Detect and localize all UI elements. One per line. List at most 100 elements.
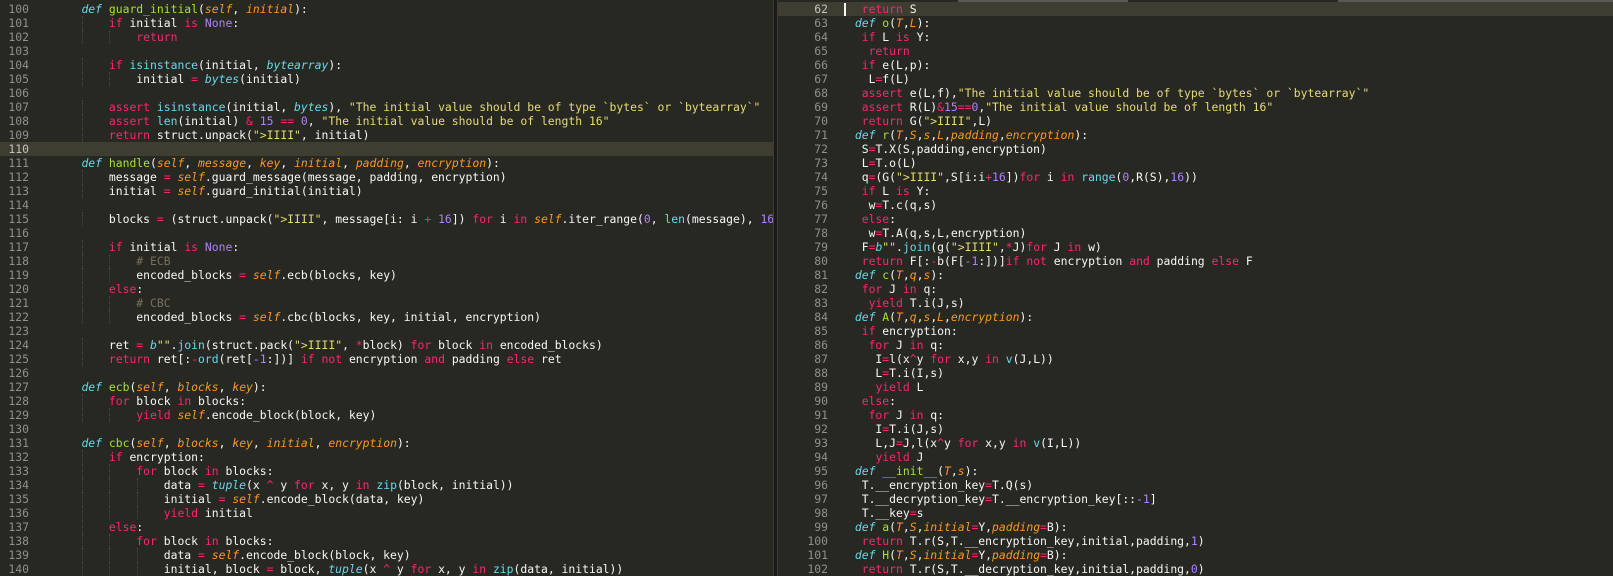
code-line[interactable]: 128 for block in blocks: xyxy=(0,394,773,408)
code-line[interactable]: 103 xyxy=(0,44,773,58)
code-line[interactable]: 99 def a(T,S,initial=Y,padding=B): xyxy=(778,520,1613,534)
code-line[interactable]: 102 return xyxy=(0,30,773,44)
code-line[interactable]: 107 assert isinstance(initial, bytes), "… xyxy=(0,100,773,114)
code-line[interactable]: 102 return T.r(S,T.__decryption_key,init… xyxy=(778,562,1613,576)
code-token: I xyxy=(848,352,883,366)
code-line[interactable]: 98 T.__key=s xyxy=(778,506,1613,520)
code-line[interactable]: 83 yield T.i(J,s) xyxy=(778,296,1613,310)
code-line[interactable]: 70 return G(">IIII",L) xyxy=(778,114,1613,128)
code-line[interactable]: 134 data = tuple(x ^ y for x, y in zip(b… xyxy=(0,478,773,492)
code-line[interactable]: 101 def H(T,S,initial=Y,padding=B): xyxy=(778,548,1613,562)
code-line[interactable]: 63 def o(T,L): xyxy=(778,16,1613,30)
code-line[interactable]: 72 S=T.X(S,padding,encryption) xyxy=(778,142,1613,156)
indent-guide xyxy=(109,506,111,520)
code-line[interactable]: 84 def A(T,q,s,L,encryption): xyxy=(778,310,1613,324)
code-line[interactable]: 120 else: xyxy=(0,282,773,296)
code-line[interactable]: 111 def handle(self, message, key, initi… xyxy=(0,156,773,170)
code-line[interactable]: 92 I=T.i(J,s) xyxy=(778,422,1613,436)
code-line[interactable]: 100 def guard_initial(self, initial): xyxy=(0,2,773,16)
code-line[interactable]: 90 else: xyxy=(778,394,1613,408)
code-line[interactable]: 62 return S xyxy=(778,2,1613,16)
code-line[interactable]: 76 w=T.c(q,s) xyxy=(778,198,1613,212)
code-line[interactable]: 139 data = self.encode_block(block, key) xyxy=(0,548,773,562)
code-line[interactable]: 127 def ecb(self, blocks, key): xyxy=(0,380,773,394)
code-line[interactable]: 106 xyxy=(0,86,773,100)
left-code-area[interactable]: 100 def guard_initial(self, initial): 101… xyxy=(0,2,773,576)
code-line[interactable]: 122 encoded_blocks = self.cbc(blocks, ke… xyxy=(0,310,773,324)
code-line[interactable]: 77 else: xyxy=(778,212,1613,226)
code-text: yield initial xyxy=(54,506,253,520)
code-line[interactable]: 71 def r(T,S,s,L,padding,encryption): xyxy=(778,128,1613,142)
builtin-token: len xyxy=(664,212,685,226)
code-line[interactable]: 73 L=T.o(L) xyxy=(778,156,1613,170)
right-code-area[interactable]: 62 return S 63 def o(T,L): 64 if L is Y: 65… xyxy=(778,2,1613,576)
code-line[interactable]: 67 L=f(L) xyxy=(778,72,1613,86)
code-line[interactable]: 138 for block in blocks: xyxy=(0,534,773,548)
code-line[interactable]: 74 q=(G(">IIII",S[i:i+16])for i in range… xyxy=(778,170,1613,184)
code-line[interactable]: 88 L=T.i(I,s) xyxy=(778,366,1613,380)
code-line[interactable]: 101 if initial is None: xyxy=(0,16,773,30)
code-line[interactable]: 75 if L is Y: xyxy=(778,184,1613,198)
operator-token: = xyxy=(198,478,205,492)
code-line[interactable]: 133 for block in blocks: xyxy=(0,464,773,478)
left-editor-pane[interactable]: 100 def guard_initial(self, initial): 101… xyxy=(0,0,773,576)
code-line[interactable]: 89 yield L xyxy=(778,380,1613,394)
code-line[interactable]: 114 xyxy=(0,198,773,212)
code-line[interactable]: 100 return T.r(S,T.__encryption_key,init… xyxy=(778,534,1613,548)
code-line[interactable]: 113 initial = self.guard_initial(initial… xyxy=(0,184,773,198)
code-line[interactable]: 79 F=b"".join(g(">IIII",*J)for J in w) xyxy=(778,240,1613,254)
code-line[interactable]: 93 L,J=J,l(x^y for x,y in v(I,L)) xyxy=(778,436,1613,450)
code-text: return xyxy=(54,30,177,44)
code-line[interactable]: 96 T.__encryption_key=T.Q(s) xyxy=(778,478,1613,492)
code-line[interactable]: 95 def __init__(T,s): xyxy=(778,464,1613,478)
code-line[interactable]: 135 initial = self.encode_block(data, ke… xyxy=(0,492,773,506)
code-line[interactable]: 65 return xyxy=(778,44,1613,58)
code-line[interactable]: 82 for J in q: xyxy=(778,282,1613,296)
string-token: "The initial value should be of type `by… xyxy=(957,86,1370,100)
code-line[interactable]: 104 if isinstance(initial, bytearray): xyxy=(0,58,773,72)
code-line[interactable]: 137 else: xyxy=(0,520,773,534)
code-line[interactable]: 124 ret = b"".join(struct.pack(">IIII", … xyxy=(0,338,773,352)
code-line[interactable]: 123 xyxy=(0,324,773,338)
code-line[interactable]: 132 if encryption: xyxy=(0,450,773,464)
code-line[interactable]: 110 xyxy=(0,142,773,156)
code-line[interactable]: 66 if e(L,p): xyxy=(778,58,1613,72)
code-line[interactable]: 78 w=T.A(q,s,L,encryption) xyxy=(778,226,1613,240)
code-line[interactable]: 91 for J in q: xyxy=(778,408,1613,422)
code-line[interactable]: 64 if L is Y: xyxy=(778,30,1613,44)
code-text: L=T.i(I,s) xyxy=(848,366,944,380)
code-line[interactable]: 112 message = self.guard_message(message… xyxy=(0,170,773,184)
code-line[interactable]: 131 def cbc(self, blocks, key, initial, … xyxy=(0,436,773,450)
code-line[interactable]: 94 yield J xyxy=(778,450,1613,464)
code-line[interactable]: 119 encoded_blocks = self.ecb(blocks, ke… xyxy=(0,268,773,282)
code-line[interactable]: 129 yield self.encode_block(block, key) xyxy=(0,408,773,422)
code-line[interactable]: 130 xyxy=(0,422,773,436)
code-line[interactable]: 109 return struct.unpack(">IIII", initia… xyxy=(0,128,773,142)
code-line[interactable]: 121 # CBC xyxy=(0,296,773,310)
code-line[interactable]: 81 def c(T,q,s): xyxy=(778,268,1613,282)
code-line[interactable]: 126 xyxy=(0,366,773,380)
right-editor-pane[interactable]: 62 return S 63 def o(T,L): 64 if L is Y: 65… xyxy=(778,0,1613,576)
code-line[interactable]: 116 xyxy=(0,226,773,240)
operator-token: = xyxy=(896,436,903,450)
code-line[interactable]: 105 initial = bytes(initial) xyxy=(0,72,773,86)
code-line[interactable]: 140 initial, block = block, tuple(x ^ y … xyxy=(0,562,773,576)
code-line[interactable]: 125 return ret[:-ord(ret[-1:])] if not e… xyxy=(0,352,773,366)
code-line[interactable]: 69 assert R(L)&15==0,"The initial value … xyxy=(778,100,1613,114)
line-number: 93 xyxy=(814,436,828,450)
code-token: T.__encryption_key[:: xyxy=(992,492,1137,506)
code-line[interactable]: 86 for J in q: xyxy=(778,338,1613,352)
code-line[interactable]: 117 if initial is None: xyxy=(0,240,773,254)
code-line[interactable]: 118 # ECB xyxy=(0,254,773,268)
code-line[interactable]: 68 assert e(L,f),"The initial value shou… xyxy=(778,86,1613,100)
code-line[interactable]: 108 assert len(initial) & 15 == 0, "The … xyxy=(0,114,773,128)
code-token: ,S[i:i xyxy=(944,170,986,184)
code-line[interactable]: 87 I=l(x^y for x,y in v(J,L)) xyxy=(778,352,1613,366)
code-line[interactable]: 85 if encryption: xyxy=(778,324,1613,338)
code-line[interactable]: 136 yield initial xyxy=(0,506,773,520)
code-line[interactable]: 115 blocks = (struct.unpack(">IIII", mes… xyxy=(0,212,773,226)
code-line[interactable]: 80 return F[:-b(F[-1:])]if not encryptio… xyxy=(778,254,1613,268)
code-line[interactable]: 97 T.__decryption_key=T.__encryption_key… xyxy=(778,492,1613,506)
